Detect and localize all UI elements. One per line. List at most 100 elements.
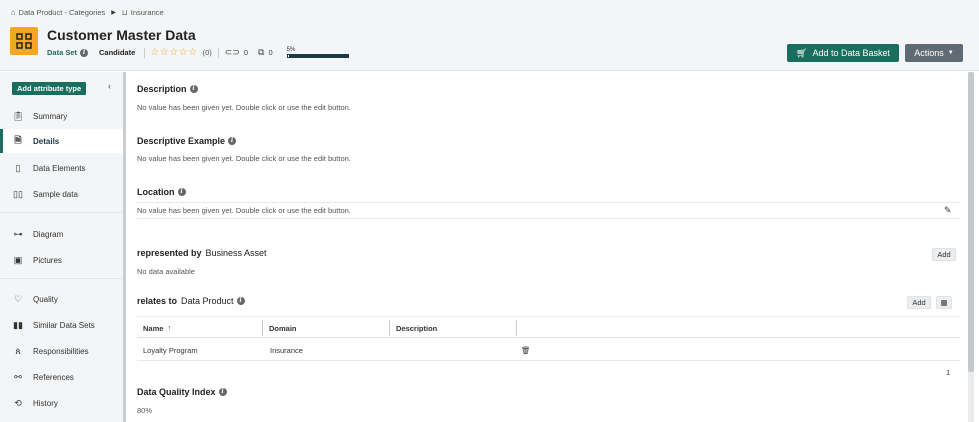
sidebar-item-label: Summary (33, 111, 68, 121)
info-icon[interactable]: i (189, 85, 198, 93)
column-header-label: Domain (269, 323, 297, 333)
tag-icon: ⊂⊃ (224, 47, 240, 57)
copies-count: 0 (268, 48, 273, 57)
grid-view-icon[interactable]: ▦ (936, 296, 952, 309)
cell-description (391, 339, 397, 361)
home-icon: ⌂ (11, 8, 16, 17)
pagination-page[interactable]: 1 (946, 368, 950, 377)
status-badge[interactable]: Candidate (99, 48, 135, 57)
progress-label: 5% (286, 47, 296, 53)
add-to-basket-button[interactable]: 🛒︎ Add to Data Basket (787, 44, 899, 62)
actions-button[interactable]: Actions ▼ (905, 44, 963, 62)
sidebar-item-references[interactable]: ⚯ References (0, 365, 123, 389)
history-icon: ⟲ (14, 397, 22, 408)
cell-name[interactable]: Loyalty Program (137, 339, 198, 361)
relates-to-table-header: Name ↑ Domain Description (137, 316, 960, 338)
add-relates-to-button[interactable]: Add (907, 296, 931, 309)
page-title: Customer Master Data (47, 27, 196, 43)
basket-icon: 🛒︎ (796, 47, 808, 58)
breadcrumb-current[interactable]: Insurance (131, 8, 164, 17)
sidebar-item-label: Pictures (33, 255, 62, 265)
table-row[interactable]: Loyalty Program Insurance 🗑︎ (137, 339, 960, 361)
sidebar-item-data-elements[interactable]: ▯ Data Elements (0, 156, 123, 180)
sidebar-item-label: History (33, 398, 58, 408)
divider (217, 47, 219, 58)
add-attribute-type-button[interactable]: Add attribute type (12, 82, 87, 95)
column-separator[interactable] (516, 320, 517, 336)
info-icon[interactable]: i (177, 188, 186, 196)
completeness-progress: 5% (286, 47, 349, 58)
breadcrumb-root[interactable]: Data Product - Categories (19, 8, 106, 17)
sidebar-item-label: Responsibilities (33, 346, 89, 356)
relation-target: Data Product (181, 296, 234, 306)
add-represented-by-button[interactable]: Add (932, 248, 956, 261)
represented-by-title: represented by Business Asset (137, 248, 267, 258)
column-header-label: Description (396, 323, 438, 333)
sidebar-item-label: Sample data (33, 189, 78, 199)
divider (137, 202, 960, 203)
cell-domain: Insurance (270, 345, 303, 355)
collapse-sidebar-icon[interactable]: ‹ (108, 81, 111, 91)
location-title: Location i (137, 187, 186, 197)
chevron-right-icon: ▶ (111, 10, 116, 16)
sidebar-item-label: Data Elements (33, 163, 86, 173)
sidebar-item-summary[interactable]: 📋︎ Summary (0, 104, 123, 128)
edit-pencil-icon[interactable]: ✎ (944, 205, 952, 216)
picture-icon: ▣ (13, 254, 23, 265)
relates-to-title: relates to Data Product i (137, 296, 245, 306)
people-icon: ጰ (15, 345, 21, 356)
sidebar-item-label: Details (33, 136, 60, 146)
info-icon[interactable]: i (236, 297, 245, 305)
sidebar-item-quality[interactable]: ♡ Quality (0, 287, 123, 311)
divider (144, 47, 146, 58)
divider (137, 218, 960, 219)
sidebar-item-diagram[interactable]: ⊶ Diagram (0, 222, 123, 246)
asset-type-link[interactable]: Data Set (47, 48, 77, 57)
sidebar-item-details[interactable]: 🗎︎ Details (0, 129, 123, 153)
info-icon[interactable]: i (228, 137, 237, 145)
section-title: relates to (137, 296, 178, 306)
tags-metric[interactable]: ⊂⊃ 0 (225, 47, 248, 58)
descriptive-example-title: Descriptive Example i (137, 136, 237, 146)
sidebar-item-history[interactable]: ⟲ History (0, 391, 123, 415)
diagram-icon: ⊶ (13, 228, 23, 239)
actions-label: Actions (914, 48, 944, 58)
column-header-description[interactable]: Description (390, 317, 516, 339)
sidebar-item-responsibilities[interactable]: ጰ Responsibilities (0, 339, 123, 363)
location-value[interactable]: No value has been given yet. Double clic… (137, 206, 351, 215)
section-title: Data Quality Index (137, 387, 216, 397)
sidebar: Add attribute type ‹ 📋︎ Summary 🗎︎ Detai… (0, 72, 125, 422)
quality-icon: ♡ (13, 293, 23, 304)
tags-count: 0 (243, 48, 249, 57)
column-header-domain[interactable]: Domain (263, 317, 389, 339)
column-header-label: Name (143, 323, 164, 333)
info-icon[interactable]: i (218, 388, 227, 396)
rating-stars[interactable]: ☆☆☆☆☆ (150, 47, 197, 58)
sort-up-icon: ↑ (167, 324, 171, 332)
copy-icon: ⧉ (258, 47, 265, 57)
document-icon: 🗎︎ (14, 135, 22, 145)
info-icon[interactable]: i (80, 48, 89, 57)
sidebar-item-label: Quality (33, 294, 58, 304)
dqi-value: 80% (137, 406, 153, 415)
breadcrumb: ⌂ Data Product - Categories ▶ ⊔ Insuranc… (11, 8, 164, 17)
column-header-name[interactable]: Name ↑ (137, 317, 262, 339)
add-to-basket-label: Add to Data Basket (812, 48, 890, 58)
description-value[interactable]: No value has been given yet. Double clic… (137, 103, 351, 112)
represented-by-empty: No data available (137, 267, 195, 276)
sidebar-scrollbar[interactable] (123, 72, 126, 422)
sidebar-item-similar-data-sets[interactable]: ▮▮ Similar Data Sets (0, 313, 123, 337)
copies-metric[interactable]: ⧉ 0 (258, 47, 273, 58)
sidebar-item-label: References (33, 372, 74, 382)
caret-down-icon: ▼ (947, 50, 954, 56)
folder-icon: ⊔ (121, 8, 128, 17)
trash-icon[interactable]: 🗑︎ (515, 339, 531, 361)
main-scrollbar-thumb[interactable] (968, 72, 974, 372)
sidebar-item-pictures[interactable]: ▣ Pictures (0, 248, 123, 272)
sidebar-item-sample-data[interactable]: ▯▯ Sample data (0, 182, 123, 206)
sidebar-item-label: Diagram (33, 229, 64, 239)
descriptive-example-value[interactable]: No value has been given yet. Double clic… (137, 154, 351, 163)
relation-target: Business Asset (205, 248, 267, 258)
rating-count: (0) (202, 48, 212, 57)
sidebar-item-label: Similar Data Sets (33, 320, 95, 330)
